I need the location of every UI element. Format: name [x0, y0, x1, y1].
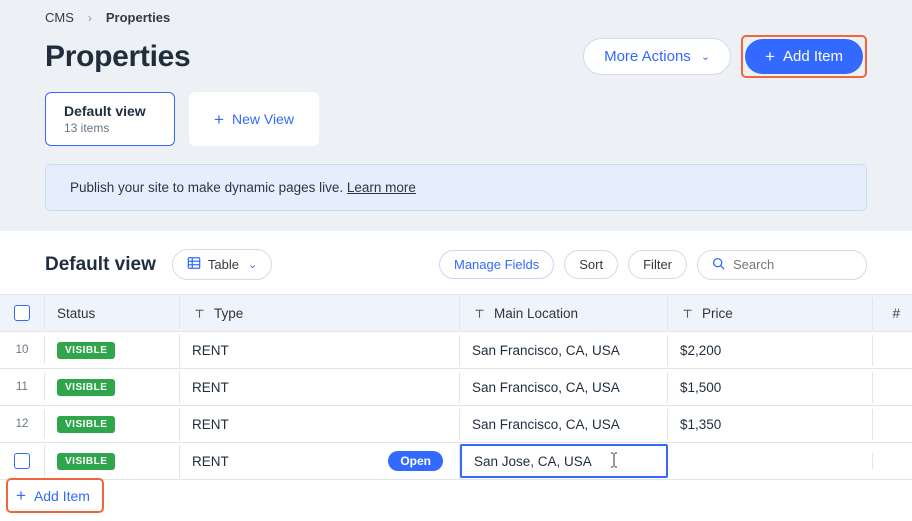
column-hash-label: #: [892, 306, 900, 321]
search-wrap: [697, 250, 867, 280]
text-icon: [680, 306, 694, 320]
cell-type[interactable]: RENT Open: [180, 443, 460, 479]
footer-add-label: Add Item: [34, 488, 90, 504]
text-cursor-icon: [610, 452, 618, 471]
column-header-location[interactable]: Main Location: [460, 298, 668, 329]
plus-icon: +: [765, 48, 775, 65]
cell-type[interactable]: RENT: [180, 409, 460, 440]
new-view-button[interactable]: + New View: [189, 92, 319, 146]
search-input[interactable]: [733, 257, 909, 272]
column-header-type[interactable]: Type: [180, 298, 460, 329]
plus-icon: +: [16, 487, 26, 504]
column-price-label: Price: [702, 306, 733, 321]
status-badge: VISIBLE: [57, 342, 115, 359]
open-row-button[interactable]: Open: [388, 451, 443, 471]
sort-button[interactable]: Sort: [564, 250, 618, 279]
price-value: $1,500: [680, 380, 721, 395]
footer-add-highlight: + Add Item: [6, 478, 104, 513]
price-value: $1,350: [680, 417, 721, 432]
table-row-editing: VISIBLE RENT Open San Jose, CA, USA: [0, 443, 912, 480]
text-icon: [192, 306, 206, 320]
table-row: 12 VISIBLE RENT San Francisco, CA, USA $1,35…: [0, 406, 912, 443]
location-value: San Francisco, CA, USA: [472, 343, 620, 358]
current-view-heading: Default view: [45, 254, 156, 276]
data-table: Status Type Main Location Price # 10 VISI…: [0, 294, 912, 480]
chevron-down-icon: ⌄: [248, 258, 257, 271]
breadcrumb: CMS › Properties: [45, 10, 867, 25]
view-tab-count: 13 items: [64, 121, 156, 135]
header-checkbox-cell: [0, 297, 45, 329]
plus-icon: +: [214, 111, 224, 128]
column-location-label: Main Location: [494, 306, 578, 321]
add-item-highlight: + Add Item: [741, 35, 867, 78]
cell-price[interactable]: $1,500: [668, 372, 873, 403]
more-actions-button[interactable]: More Actions ⌄: [583, 38, 731, 75]
table-view-label: Table: [208, 257, 239, 272]
banner-text: Publish your site to make dynamic pages …: [70, 180, 347, 195]
table-row: 11 VISIBLE RENT San Francisco, CA, USA $1,50…: [0, 369, 912, 406]
row-number: 12: [0, 410, 45, 438]
manage-fields-button[interactable]: Manage Fields: [439, 250, 554, 279]
cell-price[interactable]: [668, 453, 873, 469]
search-icon: [712, 257, 725, 273]
table-row: 10 VISIBLE RENT San Francisco, CA, USA $2,20…: [0, 332, 912, 369]
price-value: $2,200: [680, 343, 721, 358]
table-view-selector[interactable]: Table ⌄: [172, 249, 272, 280]
status-badge: VISIBLE: [57, 416, 115, 433]
footer-add-item-button[interactable]: + Add Item: [10, 483, 96, 508]
location-value: San Francisco, CA, USA: [472, 417, 620, 432]
column-status-label: Status: [57, 306, 95, 321]
row-number: 11: [0, 373, 45, 401]
add-item-label: Add Item: [783, 48, 843, 65]
chevron-down-icon: ⌄: [701, 50, 710, 63]
column-header-price[interactable]: Price: [668, 298, 873, 329]
publish-banner: Publish your site to make dynamic pages …: [45, 164, 867, 211]
view-tab-name: Default view: [64, 103, 156, 119]
view-tab-default[interactable]: Default view 13 items: [45, 92, 175, 146]
select-all-checkbox[interactable]: [14, 305, 30, 321]
breadcrumb-current: Properties: [106, 10, 170, 25]
column-header-hash[interactable]: #: [873, 298, 912, 329]
type-value: RENT: [192, 417, 229, 432]
cell-type[interactable]: RENT: [180, 335, 460, 366]
type-value: RENT: [192, 380, 229, 395]
cell-location-editing[interactable]: San Jose, CA, USA: [460, 444, 668, 478]
cell-location[interactable]: San Francisco, CA, USA: [460, 372, 668, 403]
type-value: RENT: [192, 343, 229, 358]
row-checkbox[interactable]: [14, 453, 30, 469]
breadcrumb-root[interactable]: CMS: [45, 10, 74, 25]
type-value: RENT: [192, 454, 229, 469]
new-view-label: New View: [232, 111, 294, 127]
table-icon: [187, 256, 201, 273]
text-icon: [472, 306, 486, 320]
row-number: 10: [0, 336, 45, 364]
filter-button[interactable]: Filter: [628, 250, 687, 279]
more-actions-label: More Actions: [604, 48, 691, 65]
cell-price[interactable]: $1,350: [668, 409, 873, 440]
page-title: Properties: [45, 40, 190, 74]
column-header-status[interactable]: Status: [45, 298, 180, 329]
status-badge: VISIBLE: [57, 379, 115, 396]
location-value: San Francisco, CA, USA: [472, 380, 620, 395]
table-header-row: Status Type Main Location Price #: [0, 295, 912, 332]
chevron-right-icon: ›: [88, 11, 92, 25]
add-item-button[interactable]: + Add Item: [745, 39, 863, 74]
banner-learn-more-link[interactable]: Learn more: [347, 180, 416, 195]
location-value: San Jose, CA, USA: [474, 454, 592, 469]
cell-price[interactable]: $2,200: [668, 335, 873, 366]
cell-type[interactable]: RENT: [180, 372, 460, 403]
status-badge: VISIBLE: [57, 453, 115, 470]
column-type-label: Type: [214, 306, 243, 321]
cell-location[interactable]: San Francisco, CA, USA: [460, 409, 668, 440]
cell-location[interactable]: San Francisco, CA, USA: [460, 335, 668, 366]
